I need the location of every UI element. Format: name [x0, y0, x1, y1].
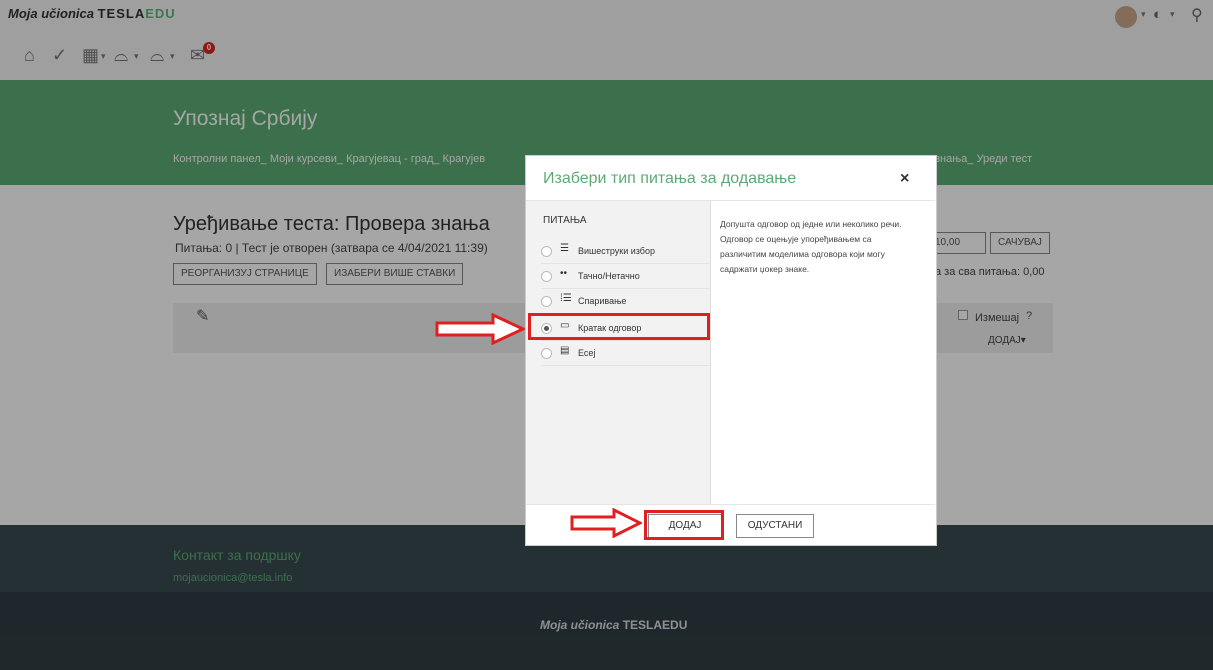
- option-matching[interactable]: ⁞☰ Спаривање: [541, 288, 709, 314]
- cancel-button[interactable]: ОДУСТАНИ: [736, 514, 814, 538]
- radio-button[interactable]: [541, 348, 552, 359]
- list-icon: ☰: [560, 243, 569, 254]
- red-arrow-icon: [570, 508, 642, 538]
- option-label: Тачно/Нетачно: [578, 271, 640, 281]
- option-label: Есеј: [578, 348, 596, 358]
- close-icon[interactable]: ×: [900, 170, 909, 188]
- divider: [526, 504, 935, 505]
- option-essay[interactable]: ▤ Есеј: [541, 340, 709, 366]
- dialog-title: Изабери тип питања за додавање: [543, 170, 797, 187]
- option-label: Спаривање: [578, 296, 627, 306]
- radio-button[interactable]: [541, 296, 552, 307]
- question-type-description: Допушта одговор од једне или неколико ре…: [720, 219, 902, 274]
- option-label: Вишеструки избор: [578, 246, 655, 256]
- essay-icon: ▤: [560, 345, 570, 356]
- matching-icon: ⁞☰: [560, 293, 572, 304]
- radio-button[interactable]: [541, 271, 552, 282]
- section-heading: ПИТАЊА: [543, 215, 587, 226]
- option-truefalse[interactable]: •• Тачно/Нетачно: [541, 263, 709, 289]
- dots-icon: ••: [560, 268, 568, 279]
- highlight-box: [644, 510, 724, 540]
- highlight-box: [528, 313, 710, 340]
- option-multichoice[interactable]: ☰ Вишеструки избор: [541, 238, 709, 264]
- radio-button[interactable]: [541, 246, 552, 257]
- red-arrow-icon: [435, 313, 525, 345]
